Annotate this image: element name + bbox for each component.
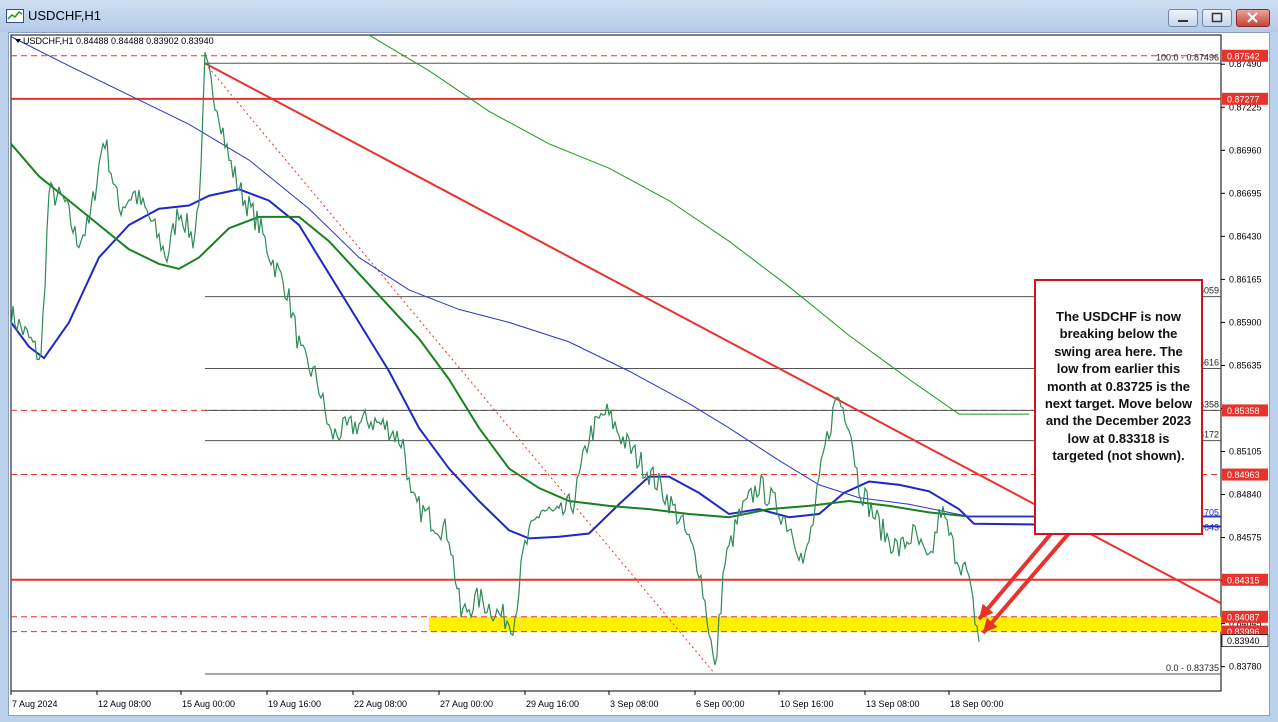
chart-area[interactable]: 100.0 - 0.87496 86059 85616 85358 85172 0.0 -… [8, 32, 1270, 716]
swing-zone-layer [429, 616, 1221, 632]
maximize-icon [1211, 12, 1223, 23]
ma-long-green-line [368, 34, 1029, 415]
title-bar: USDCHF,H1 [0, 0, 1278, 32]
y-tick-label: 0.84840 [1229, 490, 1262, 500]
maximize-button[interactable] [1202, 9, 1232, 27]
close-icon [1247, 12, 1258, 23]
terminal-window: USDCHF,H1 100.0 - 0.87496 86059 85616 85358… [0, 0, 1278, 722]
y-tick-label: 0.85105 [1229, 446, 1262, 456]
x-tick-label: 22 Aug 08:00 [354, 699, 407, 709]
price-tag-label: 0.84087 [1227, 612, 1260, 622]
annotation-box: The USDCHF is now breaking below the swi… [1034, 279, 1203, 535]
minimize-icon [1178, 20, 1188, 22]
price-tag-label: 0.85358 [1227, 406, 1260, 416]
price-tag-label: 0.87277 [1227, 94, 1260, 104]
x-tick-label: 29 Aug 16:00 [526, 699, 579, 709]
price-line [10, 52, 980, 666]
annotation-text: The USDCHF is now breaking below the swi… [1044, 309, 1193, 464]
x-tick-label: 15 Aug 00:00 [182, 699, 235, 709]
y-tick-label: 0.85900 [1229, 317, 1262, 327]
y-tick-label: 0.86430 [1229, 231, 1262, 241]
window-title: USDCHF,H1 [28, 8, 101, 23]
x-tick-label: 27 Aug 00:00 [440, 699, 493, 709]
symbol-info: USDCHF,H1 0.84488 0.84488 0.83902 0.8394… [23, 36, 214, 46]
minimize-button[interactable] [1168, 9, 1198, 27]
x-tick-label: 19 Aug 16:00 [268, 699, 321, 709]
y-tick-label: 0.86165 [1229, 274, 1262, 284]
chart-window-icon [6, 9, 24, 23]
fibonacci-label: 0.0 - 0.83735 [1166, 663, 1219, 673]
price-tag-label: 0.87542 [1227, 51, 1260, 61]
price-series-layer [10, 52, 980, 666]
y-tick-label: 0.86960 [1229, 145, 1262, 155]
price-tag-label: 0.83940 [1227, 636, 1260, 646]
x-tick-label: 13 Sep 08:00 [866, 699, 920, 709]
x-tick-label: 3 Sep 08:00 [610, 699, 659, 709]
x-tick-label: 12 Aug 08:00 [98, 699, 151, 709]
price-tag-label: 0.84963 [1227, 470, 1260, 480]
x-tick-label: 7 Aug 2024 [12, 699, 58, 709]
swing-zone [429, 616, 1221, 632]
y-tick-label: 0.85635 [1229, 360, 1262, 370]
y-tick-label: 0.83780 [1229, 662, 1262, 672]
price-tag-label: 0.84315 [1227, 575, 1260, 585]
close-button[interactable] [1236, 9, 1270, 27]
fibonacci-label: 100.0 - 0.87496 [1156, 52, 1219, 62]
x-tick-label: 18 Sep 00:00 [950, 699, 1004, 709]
y-tick-label: 0.84575 [1229, 533, 1262, 543]
x-tick-label: 10 Sep 16:00 [780, 699, 834, 709]
x-tick-label: 6 Sep 00:00 [696, 699, 745, 709]
y-tick-label: 0.86695 [1229, 188, 1262, 198]
